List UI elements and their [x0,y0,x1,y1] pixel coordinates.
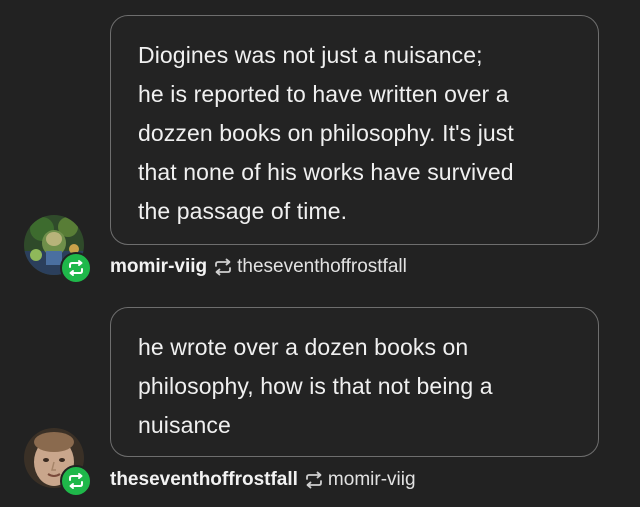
post-attribution: momir-viig theseventhoffrostfall [110,256,407,278]
post-bubble: he wrote over a dozen books on philosoph… [110,307,599,457]
post-attribution: theseventhoffrostfall momir-viig [110,469,416,491]
reblog-icon [60,252,92,284]
reblog-icon [304,471,324,489]
post-text-line: philosophy, how is that not being a [138,373,493,399]
username-link[interactable]: momir-viig [110,256,207,278]
reblog-icon [213,258,233,276]
post-text-line: the passage of time. [138,198,348,224]
post-text-line: dozzen books on philosophy. It's just [138,120,514,146]
reblogged-from-link[interactable]: theseventhoffrostfall [237,256,407,278]
post-text-line: nuisance [138,412,231,438]
reblog-icon [60,465,92,497]
username-link[interactable]: theseventhoffrostfall [110,469,298,491]
post-bubble: Diogines was not just a nuisance; he is … [110,15,599,245]
reblogged-from-link[interactable]: momir-viig [328,469,416,491]
post-text-line: he wrote over a dozen books on [138,334,469,360]
post-text-line: that none of his works have survived [138,159,514,185]
post-text-line: Diogines was not just a nuisance; [138,42,483,68]
post-text-line: he is reported to have written over a [138,81,509,107]
